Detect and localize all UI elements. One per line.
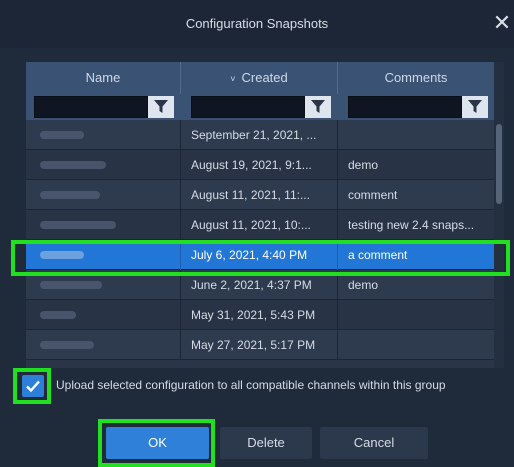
name-cell [26,180,181,210]
redacted-name [40,341,94,349]
created-cell: August 19, 2021, 9:1... [181,150,338,180]
column-header-label: Created [241,70,288,85]
upload-all-channels-label: Upload selected configuration to all com… [56,378,446,392]
chevron-down-icon: ˅ [230,74,236,84]
selected-row-highlight [11,240,510,276]
comment-cell: comment [348,188,398,202]
comment-cell [338,330,494,360]
comment-cell: testing new 2.4 snaps... [348,218,475,232]
comment-cell [338,300,494,330]
name-cell [26,210,181,240]
table-header: Name ˅ Created Comments [26,62,494,94]
dialog-title: Configuration Snapshots [185,16,329,31]
filter-row [26,94,494,120]
delete-button[interactable]: Delete [220,427,312,459]
column-header-comments[interactable]: Comments [338,62,494,94]
redacted-name [40,221,116,229]
column-header-label: Name [85,70,121,85]
comment-cell [338,120,494,150]
upload-all-channels-checkbox[interactable] [22,375,44,397]
created-filter-input[interactable] [191,96,305,118]
table-row[interactable]: September 21, 2021, ... [26,120,494,150]
created-cell: May 31, 2021, 5:43 PM [181,300,338,330]
redacted-name [40,281,102,289]
comments-filter-input[interactable] [348,96,462,118]
table-row[interactable]: August 11, 2021, 11:... comment [26,180,494,210]
created-cell: August 11, 2021, 10:... [181,210,338,240]
filter-icon[interactable] [305,96,331,118]
table-row[interactable]: August 11, 2021, 10:... testing new 2.4 … [26,210,494,240]
table-row[interactable]: May 27, 2021, 5:17 PM [26,330,494,360]
redacted-name [40,191,100,199]
table-row[interactable]: August 19, 2021, 9:1... demo [26,150,494,180]
checkmark-icon [26,380,40,393]
created-cell: September 21, 2021, ... [181,120,338,150]
column-header-name[interactable]: Name [26,62,181,94]
configuration-snapshots-dialog: Configuration Snapshots ✕ Name ˅ Created … [0,0,514,467]
scrollbar-thumb[interactable] [496,124,502,204]
comment-cell: demo [348,158,379,172]
filter-icon[interactable] [148,96,174,118]
snapshots-table: Name ˅ Created Comments September 21, 20… [26,62,494,368]
table-row[interactable]: May 31, 2021, 5:43 PM [26,300,494,330]
ok-button-highlight [98,419,215,467]
created-cell: May 27, 2021, 5:17 PM [181,330,338,360]
dialog-titlebar: Configuration Snapshots ✕ [0,0,514,48]
name-cell [26,300,181,330]
redacted-name [40,161,106,169]
table-scrollbar[interactable] [494,62,504,368]
filter-icon[interactable] [462,96,488,118]
column-header-created[interactable]: ˅ Created [181,62,338,94]
name-cell [26,120,181,150]
cancel-button[interactable]: Cancel [320,427,428,459]
close-icon[interactable]: ✕ [491,12,513,34]
name-cell [26,150,181,180]
name-filter-input[interactable] [34,96,148,118]
created-cell: August 11, 2021, 11:... [181,180,338,210]
column-header-label: Comments [384,70,448,85]
redacted-name [40,131,84,139]
redacted-name [40,311,76,319]
name-cell [26,330,181,360]
